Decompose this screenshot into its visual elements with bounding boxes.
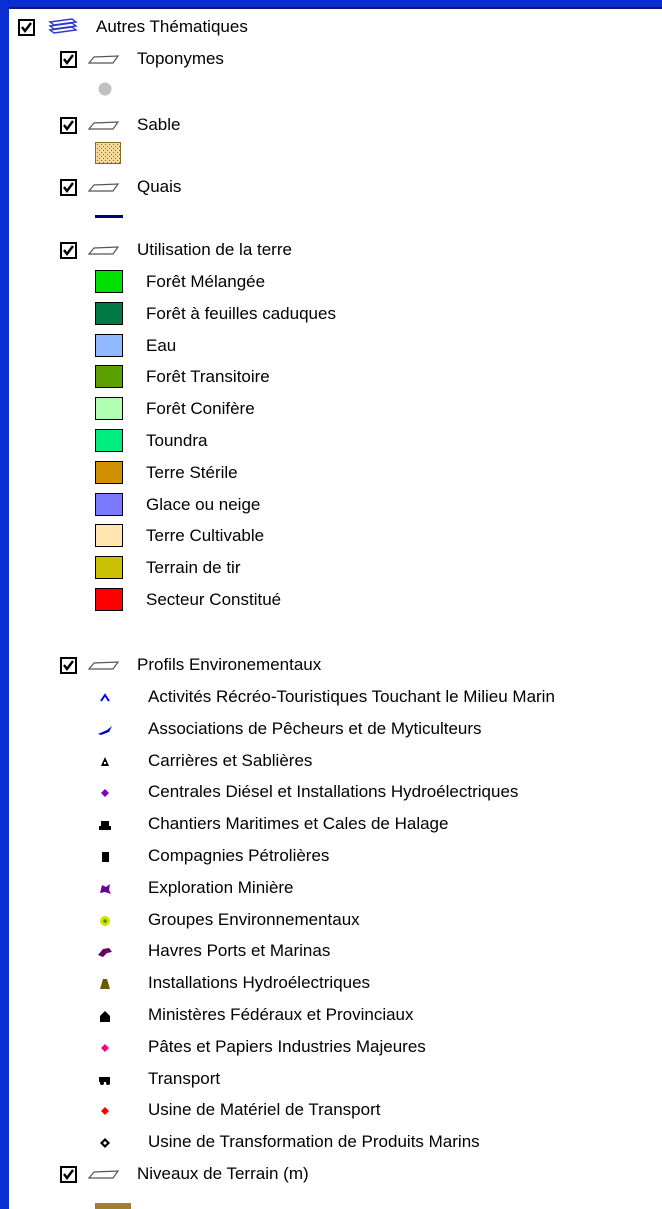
layer-icon [88, 1170, 120, 1179]
ship-icon [99, 821, 111, 831]
landuse-swatch [95, 397, 123, 421]
caret-up-icon [100, 693, 110, 702]
profil-label: Chantiers Maritimes et Cales de Halage [148, 814, 449, 834]
layer-icon [88, 661, 120, 670]
profil-label: Activités Récréo-Touristiques Touchant l… [148, 687, 555, 706]
checkmark-icon [63, 54, 74, 65]
diamond-icon [101, 1107, 109, 1116]
diamond-icon [101, 789, 109, 798]
toponymes-label: Toponymes [137, 49, 224, 68]
checkmark-icon [21, 22, 32, 33]
landuse-label: Forêt Transitoire [146, 367, 270, 387]
sable-label: Sable [137, 115, 181, 134]
landuse-label: Forêt à feuilles caduques [146, 303, 336, 323]
diamond-icon [101, 1043, 109, 1052]
profil-label: Installations Hydroélectriques [148, 973, 371, 993]
landuse-swatch [95, 556, 123, 580]
fish-icon [98, 725, 112, 735]
profil-label: Pâtes et Papiers Industries Majeures [148, 1036, 426, 1056]
mine-icon [100, 883, 111, 894]
landuse-swatch [95, 588, 123, 611]
circle-icon [100, 915, 110, 926]
landuse-label: Forêt Conifère [146, 399, 255, 419]
truck-icon [99, 1076, 110, 1085]
profil-label: Associations de Pêcheurs et de Myticulte… [148, 718, 482, 738]
checkmark-icon [63, 182, 74, 193]
layer-icon [88, 121, 120, 130]
landuse-label: Eau [146, 335, 177, 355]
sand-fill-swatch [95, 142, 121, 164]
dam-icon [100, 979, 110, 990]
root-label: Autres Thématiques [96, 17, 248, 36]
checkmark-icon [63, 120, 74, 131]
landuse-swatch [95, 492, 123, 516]
layer-icon [88, 183, 120, 192]
niveaux-swatch [95, 1203, 131, 1209]
landuse-label: Toundra [146, 431, 208, 450]
profil-label: Havres Ports et Marinas [148, 941, 331, 961]
profil-label: Centrales Diésel et Installations Hydroé… [148, 782, 519, 802]
profil-label: Usine de Matériel de Transport [148, 1100, 381, 1120]
profils-checkbox[interactable] [60, 657, 77, 674]
landuse-label: Secteur Constitué [146, 590, 282, 609]
layer-icon [88, 246, 120, 255]
landuse-label: Glace ou neige [146, 494, 261, 514]
profil-label: Groupes Environnementaux [148, 909, 360, 929]
toponymes-checkbox[interactable] [60, 51, 77, 68]
utilisation-checkbox[interactable] [60, 242, 77, 259]
building-icon [100, 1011, 110, 1022]
niveaux-checkbox[interactable] [60, 1166, 77, 1183]
diamond-outline-icon [100, 1138, 110, 1149]
pick-icon [101, 756, 109, 766]
landuse-label: Terrain de tir [146, 558, 241, 578]
landuse-label: Forêt Mélangée [146, 272, 266, 291]
utilisation-label: Utilisation de la terre [137, 240, 292, 259]
profil-label: Ministères Fédéraux et Provinciaux [148, 1005, 414, 1024]
profils-label: Profils Environementaux [137, 655, 322, 674]
root-checkbox[interactable] [18, 19, 35, 36]
profil-label: Usine de Transformation de Produits Mari… [148, 1132, 480, 1152]
profil-label: Transport [148, 1068, 221, 1088]
harbor-icon [98, 948, 112, 958]
oil-can-icon [102, 852, 109, 862]
sable-checkbox[interactable] [60, 117, 77, 134]
layer-group-icon [48, 18, 78, 34]
grey-dot-icon [98, 82, 112, 96]
window-frame-left [0, 0, 9, 1209]
window-frame-line [9, 7, 662, 9]
landuse-swatch [95, 365, 123, 389]
landuse-swatch [95, 301, 123, 325]
layer-icon [88, 55, 120, 64]
navy-line-symbol [95, 215, 123, 218]
landuse-label: Terre Stérile [146, 462, 238, 482]
landuse-swatch [95, 524, 123, 548]
landuse-swatch [95, 429, 123, 452]
checkmark-icon [63, 245, 74, 256]
quais-label: Quais [137, 177, 182, 196]
landuse-label: Terre Cultivable [146, 526, 265, 546]
profil-label: Exploration Minière [148, 877, 294, 897]
niveaux-label: Niveaux de Terrain (m) [137, 1164, 309, 1183]
landuse-swatch [95, 333, 123, 357]
checkmark-icon [63, 660, 74, 671]
profil-label: Carrières et Sablières [148, 750, 313, 770]
checkmark-icon [63, 1169, 74, 1180]
profil-label: Compagnies Pétrolières [148, 846, 330, 865]
landuse-swatch [95, 270, 123, 293]
landuse-swatch [95, 460, 123, 484]
window-frame-top [0, 0, 662, 7]
quais-checkbox[interactable] [60, 179, 77, 196]
